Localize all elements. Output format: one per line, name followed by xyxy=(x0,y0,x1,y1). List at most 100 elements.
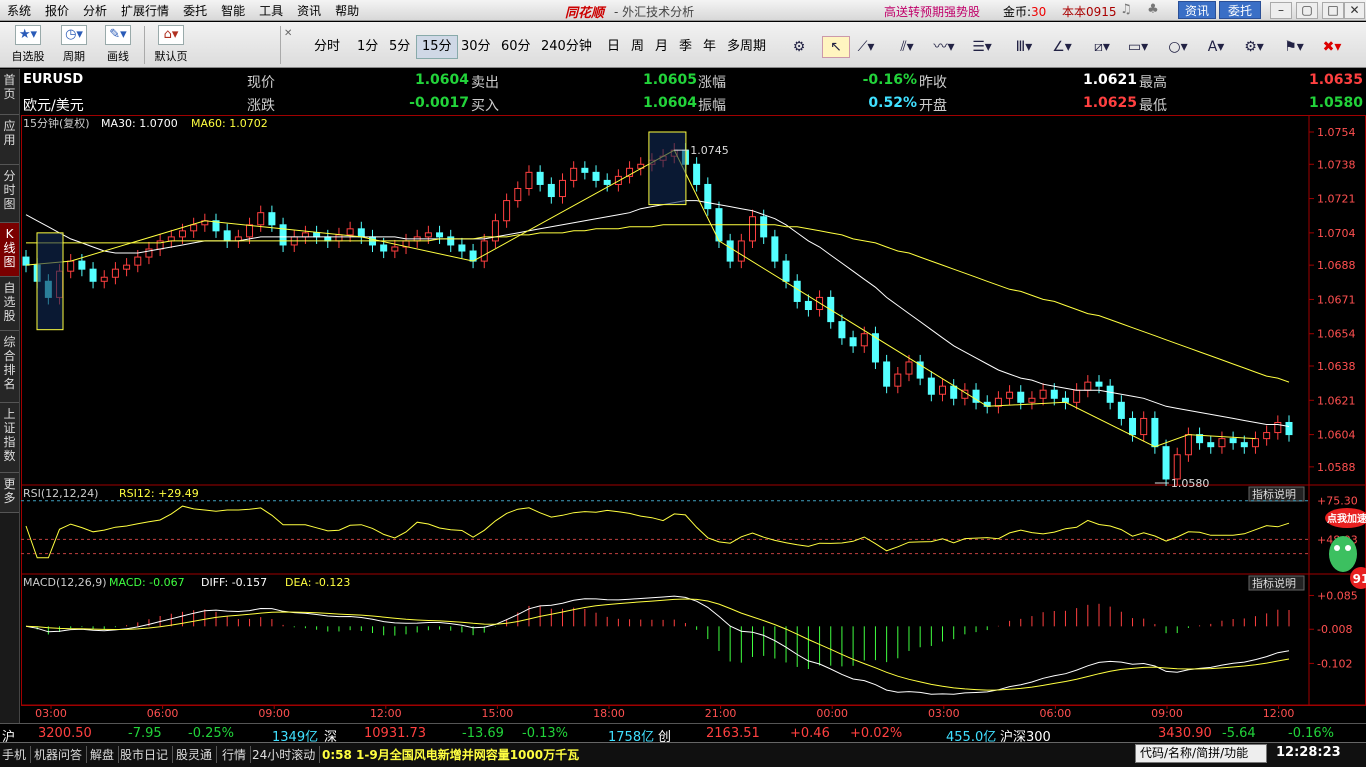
status-item-5[interactable]: 行情 xyxy=(222,746,252,763)
menu-analysis[interactable]: 分析 xyxy=(76,2,114,19)
y-tick-label: 1.0754 xyxy=(1317,126,1356,139)
rect-tool-icon[interactable]: ▭▾ xyxy=(1124,36,1152,58)
hs-value[interactable]: 3430.90 xyxy=(1158,726,1212,741)
sz-pct: -0.13% xyxy=(522,726,568,741)
menu-help[interactable]: 帮助 xyxy=(328,2,366,19)
status-item-6[interactable]: 24小时滚动 xyxy=(252,746,321,763)
sidebar-item-5[interactable]: 综合排名 xyxy=(0,331,19,403)
period-11[interactable]: 年 xyxy=(698,35,721,59)
search-input[interactable]: 代码/名称/简拼/功能 xyxy=(1135,744,1267,763)
y-tick-label: 1.0688 xyxy=(1317,259,1356,272)
channel-tool-icon[interactable]: ⧄▾ xyxy=(1088,36,1116,58)
promo-link[interactable]: 高送转预期强势股 xyxy=(884,3,980,20)
sidebar-item-2[interactable]: 分时图 xyxy=(0,165,19,223)
period-3[interactable]: 15分 xyxy=(416,35,458,59)
status-item-0[interactable]: 手机 xyxy=(2,746,32,763)
gann-tool-icon[interactable]: Ⅲ▾ xyxy=(1010,36,1038,58)
candle-body xyxy=(480,240,488,262)
period-button[interactable]: ◷▾ 周期 xyxy=(56,25,92,65)
line-tool-icon[interactable]: ⟋▾ xyxy=(852,36,880,58)
period-7[interactable]: 日 xyxy=(602,35,625,59)
status-item-4[interactable]: 股灵通 xyxy=(176,746,218,763)
self-select-button[interactable]: ★▾ 自选股 xyxy=(8,25,48,65)
quote-label-row1-1: 卖出 xyxy=(471,75,499,91)
candle-body xyxy=(246,224,254,238)
wave-tool-icon[interactable]: 〰▾ xyxy=(930,36,958,58)
draw-button[interactable]: ✎▾ 画线 xyxy=(100,25,136,65)
parallel-tool-icon[interactable]: ⫽▾ xyxy=(893,36,921,58)
status-item-3[interactable]: 股市日记 xyxy=(120,746,174,763)
candle-body xyxy=(525,171,533,189)
candle-body xyxy=(849,337,857,347)
candle-body xyxy=(570,167,578,181)
status-item-1[interactable]: 机器问答 xyxy=(34,746,88,763)
candle-body xyxy=(1229,438,1237,444)
collapse-icon[interactable]: ✕ xyxy=(284,28,292,39)
coins-display: 金币:30 xyxy=(1003,3,1046,20)
info-button[interactable]: 资讯 xyxy=(1178,1,1216,19)
period-12[interactable]: 多周期 xyxy=(722,35,771,59)
status-item-2[interactable]: 解盘 xyxy=(90,746,120,763)
cy-value[interactable]: 2163.51 xyxy=(706,726,760,741)
status-bar: 手机 机器问答 解盘 股市日记 股灵通 行情 24小时滚动 0:58 1-9月全国风电新增并… xyxy=(0,742,1366,767)
coins-value: 30 xyxy=(1031,5,1047,19)
shirt-icon[interactable]: ♣ xyxy=(1145,2,1161,18)
candle-body xyxy=(1240,442,1248,448)
sh-value[interactable]: 3200.50 xyxy=(38,726,92,741)
candle-body xyxy=(391,246,399,252)
period-5[interactable]: 60分 xyxy=(496,35,536,59)
close-button[interactable]: ✕ xyxy=(1344,2,1365,19)
menu-tools[interactable]: 工具 xyxy=(252,2,290,19)
minimize-button[interactable]: – xyxy=(1270,2,1292,19)
delete-icon[interactable]: ✖▾ xyxy=(1318,36,1346,58)
gear-icon[interactable]: ⚙▾ xyxy=(1240,36,1268,58)
order-button[interactable]: 委托 xyxy=(1219,1,1261,19)
price-chart[interactable]: 1.0754 1.0738 1.0721 1.0704 1.0688 1.0671 1.06… xyxy=(21,115,1366,723)
sidebar-item-6[interactable]: 上证指数 xyxy=(0,403,19,473)
menu-smart[interactable]: 智能 xyxy=(214,2,252,19)
bookmark-icon[interactable]: ⚑▾ xyxy=(1280,36,1308,58)
menu-order[interactable]: 委托 xyxy=(176,2,214,19)
candle-body xyxy=(1073,389,1081,403)
candle-body xyxy=(167,236,175,242)
period-4[interactable]: 30分 xyxy=(456,35,496,59)
period-6[interactable]: 240分钟 xyxy=(536,35,597,59)
sidebar-item-1[interactable]: 应用 xyxy=(0,115,19,165)
quote-value-row2-0: -0.0017 xyxy=(409,95,469,111)
fib-tool-icon[interactable]: ☰▾ xyxy=(968,36,996,58)
menu-news[interactable]: 资讯 xyxy=(290,2,328,19)
cursor-icon[interactable]: ↖ xyxy=(822,36,850,58)
macd-diff-line xyxy=(25,595,1290,695)
macd-help-label: 指标说明 xyxy=(1252,576,1296,590)
menu-quote[interactable]: 报价 xyxy=(38,2,76,19)
default-page-button[interactable]: ⌂▾ 默认页 xyxy=(150,25,192,65)
sidebar-item-0[interactable]: 首页 xyxy=(0,69,19,115)
rsi-line xyxy=(25,505,1290,559)
period-9[interactable]: 月 xyxy=(650,35,673,59)
settings-icon[interactable]: ⚙ xyxy=(785,36,813,58)
text-tool-icon[interactable]: A▾ xyxy=(1202,36,1230,58)
ellipse-tool-icon[interactable]: ○▾ xyxy=(1164,36,1192,58)
period-0[interactable]: 分时 xyxy=(309,35,345,59)
menu-system[interactable]: 系统 xyxy=(0,2,38,19)
maximize-button[interactable]: □ xyxy=(1322,2,1344,19)
angle-tool-icon[interactable]: ∠▾ xyxy=(1048,36,1076,58)
menu-extended[interactable]: 扩展行情 xyxy=(114,2,176,19)
sidebar-item-4[interactable]: 自选股 xyxy=(0,277,19,331)
period-label: 周期 xyxy=(63,50,85,63)
ma30-line xyxy=(25,200,1290,427)
restore-button[interactable]: ▢ xyxy=(1296,2,1318,19)
speedup-sticker[interactable]: 点我加速 91 xyxy=(1317,506,1366,602)
pattern-box xyxy=(648,131,687,206)
sidebar-item-7[interactable]: 更多 xyxy=(0,473,19,513)
period-8[interactable]: 周 xyxy=(626,35,649,59)
period-2[interactable]: 5分 xyxy=(384,35,415,59)
news-ticker[interactable]: 0:58 1-9月全国风电新增并网容量1000万千瓦 xyxy=(322,746,583,763)
period-10[interactable]: 季 xyxy=(674,35,697,59)
sz-value[interactable]: 10931.73 xyxy=(364,726,426,741)
sidebar-item-3[interactable]: K线图 xyxy=(0,223,19,277)
candle-body xyxy=(860,333,868,347)
period-1[interactable]: 1分 xyxy=(352,35,383,59)
candle-body xyxy=(134,256,142,266)
bell-icon[interactable]: ♫ xyxy=(1118,2,1134,18)
